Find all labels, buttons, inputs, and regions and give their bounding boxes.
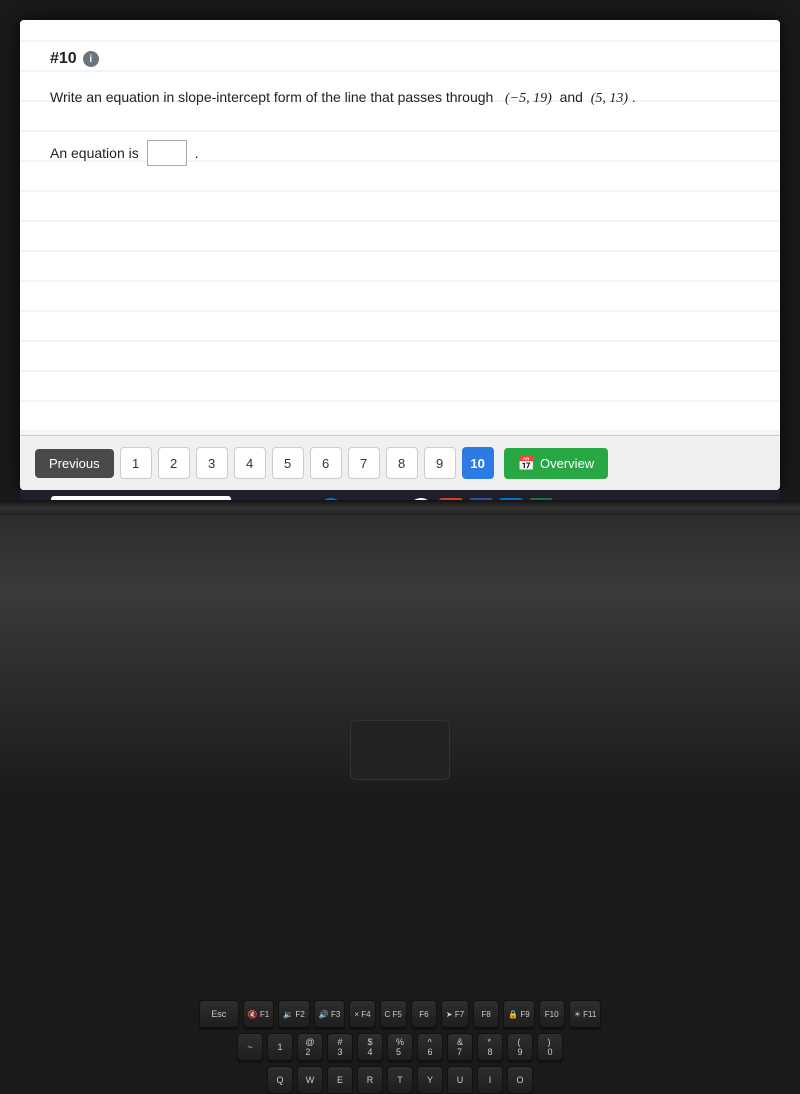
nav-btn-8[interactable]: 8 bbox=[386, 447, 418, 479]
content-area: #10 i Write an equation in slope-interce… bbox=[20, 20, 780, 430]
previous-button[interactable]: Previous bbox=[35, 449, 114, 478]
key-1[interactable]: 1 bbox=[267, 1033, 293, 1061]
nav-btn-9[interactable]: 9 bbox=[424, 447, 456, 479]
key-f8[interactable]: F8 bbox=[473, 1000, 499, 1028]
key-f3[interactable]: 🔊 F3 bbox=[314, 1000, 346, 1028]
navigation-bar: Previous 1 2 3 4 5 6 7 8 9 10 📅 Overview bbox=[20, 435, 780, 490]
question-text: Write an equation in slope-intercept for… bbox=[50, 86, 750, 110]
key-2[interactable]: @2 bbox=[297, 1033, 323, 1061]
key-6[interactable]: ^6 bbox=[417, 1033, 443, 1061]
key-e[interactable]: E bbox=[327, 1066, 353, 1094]
touchpad[interactable] bbox=[350, 720, 450, 780]
key-i[interactable]: I bbox=[477, 1066, 503, 1094]
point1: (−5, 19) bbox=[505, 91, 552, 106]
laptop-hinge bbox=[0, 500, 800, 515]
nav-btn-6[interactable]: 6 bbox=[310, 447, 342, 479]
number-key-row: ~ 1 @2 #3 $4 %5 ^6 &7 *8 (9 )0 bbox=[40, 1033, 760, 1061]
nav-btn-7[interactable]: 7 bbox=[348, 447, 380, 479]
key-tilde[interactable]: ~ bbox=[237, 1033, 263, 1061]
nav-btn-3[interactable]: 3 bbox=[196, 447, 228, 479]
fn-key-row: Esc 🔇 F1 🔉 F2 🔊 F3 × F4 C F5 F6 ➤ F7 F8 … bbox=[40, 1000, 760, 1028]
answer-input[interactable] bbox=[147, 140, 187, 166]
key-3[interactable]: #3 bbox=[327, 1033, 353, 1061]
overview-button[interactable]: 📅 Overview bbox=[504, 448, 609, 479]
overview-label: Overview bbox=[540, 456, 594, 471]
question-number: #10 bbox=[50, 50, 77, 68]
key-f9[interactable]: 🔒 F9 bbox=[503, 1000, 535, 1028]
key-f1[interactable]: 🔇 F1 bbox=[243, 1000, 275, 1028]
key-9[interactable]: (9 bbox=[507, 1033, 533, 1061]
laptop-screen: #10 i Write an equation in slope-interce… bbox=[20, 20, 780, 490]
key-esc[interactable]: Esc bbox=[199, 1000, 239, 1028]
key-q[interactable]: Q bbox=[267, 1066, 293, 1094]
keyboard: Esc 🔇 F1 🔉 F2 🔊 F3 × F4 C F5 F6 ➤ F7 F8 … bbox=[30, 990, 770, 1010]
key-8[interactable]: *8 bbox=[477, 1033, 503, 1061]
key-f5[interactable]: C F5 bbox=[380, 1000, 407, 1028]
key-f2[interactable]: 🔉 F2 bbox=[278, 1000, 310, 1028]
key-w[interactable]: W bbox=[297, 1066, 323, 1094]
nav-btn-2[interactable]: 2 bbox=[158, 447, 190, 479]
key-4[interactable]: $4 bbox=[357, 1033, 383, 1061]
key-f10[interactable]: F10 bbox=[539, 1000, 565, 1028]
nav-btn-1[interactable]: 1 bbox=[120, 447, 152, 479]
key-7[interactable]: &7 bbox=[447, 1033, 473, 1061]
answer-area: An equation is . bbox=[50, 140, 750, 166]
nav-btn-4[interactable]: 4 bbox=[234, 447, 266, 479]
qwerty-row: Q W E R T Y U I O bbox=[40, 1066, 760, 1094]
nav-btn-5[interactable]: 5 bbox=[272, 447, 304, 479]
nav-btn-10[interactable]: 10 bbox=[462, 447, 494, 479]
key-f6[interactable]: F6 bbox=[411, 1000, 437, 1028]
answer-prompt: An equation is bbox=[50, 145, 139, 161]
key-t[interactable]: T bbox=[387, 1066, 413, 1094]
key-y[interactable]: Y bbox=[417, 1066, 443, 1094]
key-5[interactable]: %5 bbox=[387, 1033, 413, 1061]
key-f7[interactable]: ➤ F7 bbox=[441, 1000, 469, 1028]
info-icon[interactable]: i bbox=[83, 51, 99, 67]
key-f11[interactable]: ☀ F11 bbox=[569, 1000, 602, 1028]
laptop-body: Esc 🔇 F1 🔉 F2 🔊 F3 × F4 C F5 F6 ➤ F7 F8 … bbox=[0, 500, 800, 800]
key-r[interactable]: R bbox=[357, 1066, 383, 1094]
point2: (5, 13) bbox=[591, 91, 628, 106]
calendar-icon: 📅 bbox=[518, 455, 535, 472]
key-0[interactable]: )0 bbox=[537, 1033, 563, 1061]
key-u[interactable]: U bbox=[447, 1066, 473, 1094]
question-header: #10 i bbox=[50, 50, 750, 68]
key-f4[interactable]: × F4 bbox=[349, 1000, 375, 1028]
key-o[interactable]: O bbox=[507, 1066, 533, 1094]
